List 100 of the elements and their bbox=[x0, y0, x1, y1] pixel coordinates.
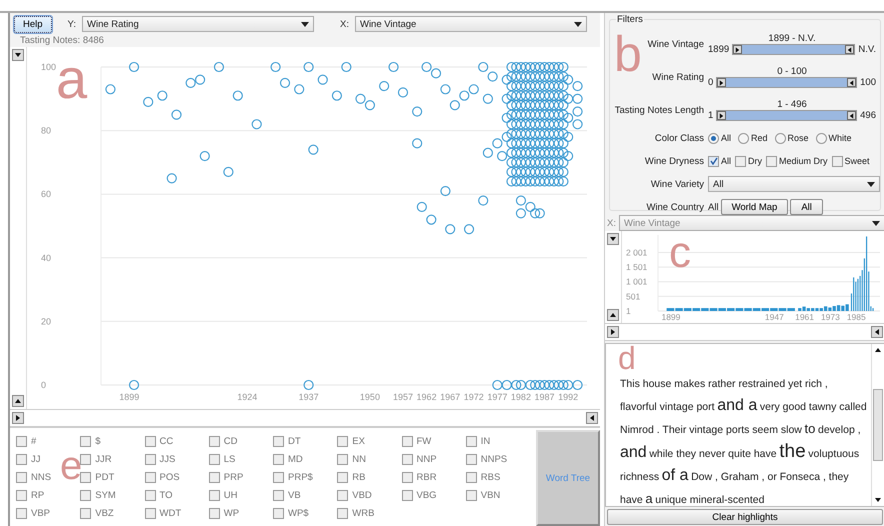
x-axis-select[interactable]: Wine Vintage bbox=[354, 16, 587, 32]
x-tick-label: 1977 bbox=[487, 392, 508, 402]
pos-checkbox[interactable]: WP bbox=[208, 504, 273, 522]
country-value: All bbox=[708, 202, 719, 212]
pos-checkbox[interactable]: VBP bbox=[16, 504, 80, 522]
pos-checkbox[interactable]: VBZ bbox=[80, 504, 144, 522]
pos-checkbox[interactable]: VB bbox=[273, 486, 338, 504]
pos-checkbox[interactable]: NNP bbox=[402, 450, 466, 468]
panel-letter: d bbox=[618, 346, 636, 372]
y-tick-label: 1 501 bbox=[626, 262, 648, 272]
pos-checkbox[interactable]: WRB bbox=[337, 504, 402, 522]
filters-title: Filters bbox=[616, 14, 644, 25]
range-max: 100 bbox=[860, 77, 876, 88]
range-min: 1899 bbox=[708, 44, 730, 55]
pos-checkbox[interactable]: JJR bbox=[80, 450, 144, 468]
y-tick-label: 2 001 bbox=[626, 248, 648, 258]
range-value: 0 - 100 bbox=[777, 66, 807, 77]
clear-highlights-button[interactable]: Clear highlights bbox=[607, 509, 883, 525]
pos-checkbox[interactable]: UH bbox=[208, 486, 273, 504]
panel-letter: b bbox=[614, 34, 642, 74]
pos-checkbox[interactable]: IN bbox=[466, 432, 530, 450]
variety-select[interactable]: All bbox=[708, 176, 880, 192]
pos-checkbox[interactable]: JJS bbox=[144, 450, 209, 468]
y-tick-label: 80 bbox=[41, 126, 52, 136]
pos-checkbox[interactable]: CD bbox=[208, 432, 273, 450]
y-tick-label: 501 bbox=[626, 291, 640, 302]
x-tick-label: 1967 bbox=[440, 392, 460, 402]
x-axis-label: X: bbox=[340, 18, 349, 30]
range-value: 1 - 496 bbox=[777, 99, 807, 110]
pos-checkbox[interactable]: FW bbox=[402, 432, 466, 450]
y-tick-label: 1 bbox=[626, 306, 631, 316]
histogram-axis-select[interactable]: Wine Vintage bbox=[618, 215, 884, 231]
pos-checkbox[interactable]: POS bbox=[144, 468, 209, 486]
pos-checkbox[interactable]: PRP$ bbox=[273, 468, 338, 486]
x-tick-label: 1899 bbox=[119, 392, 140, 402]
pos-checkbox[interactable]: VBN bbox=[466, 486, 530, 504]
x-tick-label: 1982 bbox=[510, 392, 531, 402]
panel-letter: a bbox=[56, 57, 88, 102]
x-axis-label: X: bbox=[607, 218, 616, 228]
x-tick-label: 1950 bbox=[360, 392, 380, 402]
pos-checkbox[interactable]: VBD bbox=[337, 486, 402, 504]
pos-checkbox[interactable]: RB bbox=[337, 468, 402, 486]
help-button[interactable]: Help bbox=[14, 16, 52, 32]
filter-label: Wine Rating bbox=[652, 72, 704, 82]
filter-label: Tasting Notes Length bbox=[614, 104, 704, 116]
dryness-checkbox[interactable]: Sweet bbox=[832, 156, 870, 166]
dryness-checkbox[interactable]: Dry bbox=[735, 156, 762, 166]
pos-checkbox[interactable]: CC bbox=[144, 432, 209, 450]
y-axis-select[interactable]: Wine Rating bbox=[82, 16, 314, 32]
range-min: 1 bbox=[708, 110, 714, 121]
filter-label: Wine Vintage bbox=[648, 38, 704, 50]
tasting-notes-count: Tasting Notes: 8486 bbox=[19, 35, 105, 47]
pos-checkbox[interactable]: EX bbox=[337, 432, 402, 450]
x-tick-label: 1937 bbox=[298, 392, 319, 402]
filter-label: Wine Variety bbox=[650, 178, 704, 190]
pos-checkbox[interactable]: TO bbox=[144, 486, 209, 504]
range-max: 496 bbox=[860, 110, 876, 121]
radio-option[interactable]: Red bbox=[738, 132, 768, 144]
pos-checkbox[interactable]: NNPS bbox=[466, 450, 530, 468]
pos-checkbox[interactable]: WDT bbox=[144, 504, 209, 522]
pos-checkbox[interactable]: MD bbox=[273, 450, 338, 468]
pos-checkbox[interactable]: SYM bbox=[80, 486, 144, 504]
x-tick-label: 1972 bbox=[464, 392, 484, 402]
pos-checkbox[interactable]: # bbox=[16, 432, 80, 450]
country-button[interactable]: World Map bbox=[720, 199, 788, 215]
pos-checkbox[interactable]: PDT bbox=[80, 468, 144, 486]
pos-checkbox[interactable]: LS bbox=[208, 450, 273, 468]
pos-checkbox[interactable]: RP bbox=[16, 486, 80, 504]
pos-checkbox[interactable]: NN bbox=[337, 450, 402, 468]
range-max: N.V. bbox=[858, 44, 876, 55]
dryness-checkbox[interactable]: Medium Dry bbox=[766, 156, 828, 166]
radio-option[interactable]: All bbox=[708, 132, 732, 144]
range-value: 1899 - N.V. bbox=[768, 33, 816, 44]
pos-checkbox[interactable]: VBG bbox=[402, 486, 466, 504]
y-tick-label: 1 001 bbox=[626, 276, 648, 287]
pos-checkbox[interactable]: DT bbox=[273, 432, 338, 450]
y-tick-label: 60 bbox=[41, 189, 52, 200]
x-tick-label: 1962 bbox=[416, 392, 437, 402]
filter-label: Wine Dryness bbox=[644, 156, 704, 166]
filter-label: Wine Country bbox=[646, 202, 704, 212]
pos-checkbox[interactable]: RBS bbox=[466, 468, 530, 486]
x-tick-label: 1973 bbox=[820, 312, 840, 322]
panel-letter: c bbox=[669, 235, 691, 270]
pos-checkbox[interactable]: PRP bbox=[208, 468, 273, 486]
dryness-checkbox[interactable]: All bbox=[708, 156, 732, 166]
x-tick-label: 1924 bbox=[237, 392, 258, 402]
y-tick-label: 20 bbox=[41, 316, 52, 326]
y-axis-label: Y: bbox=[68, 18, 76, 30]
filter-label: Color Class bbox=[654, 132, 704, 144]
country-button[interactable]: All bbox=[790, 199, 823, 215]
x-tick-label: 1947 bbox=[764, 312, 784, 322]
x-tick-label: 1961 bbox=[795, 312, 814, 322]
x-tick-label: 1899 bbox=[661, 312, 680, 322]
radio-option[interactable]: White bbox=[816, 132, 852, 144]
radio-option[interactable]: Rose bbox=[774, 132, 809, 144]
y-tick-label: 40 bbox=[41, 252, 52, 263]
x-tick-label: 1957 bbox=[392, 392, 413, 402]
pos-checkbox[interactable]: RBR bbox=[402, 468, 466, 486]
pos-checkbox[interactable]: WP$ bbox=[273, 504, 338, 522]
pos-checkbox[interactable]: $ bbox=[80, 432, 144, 450]
